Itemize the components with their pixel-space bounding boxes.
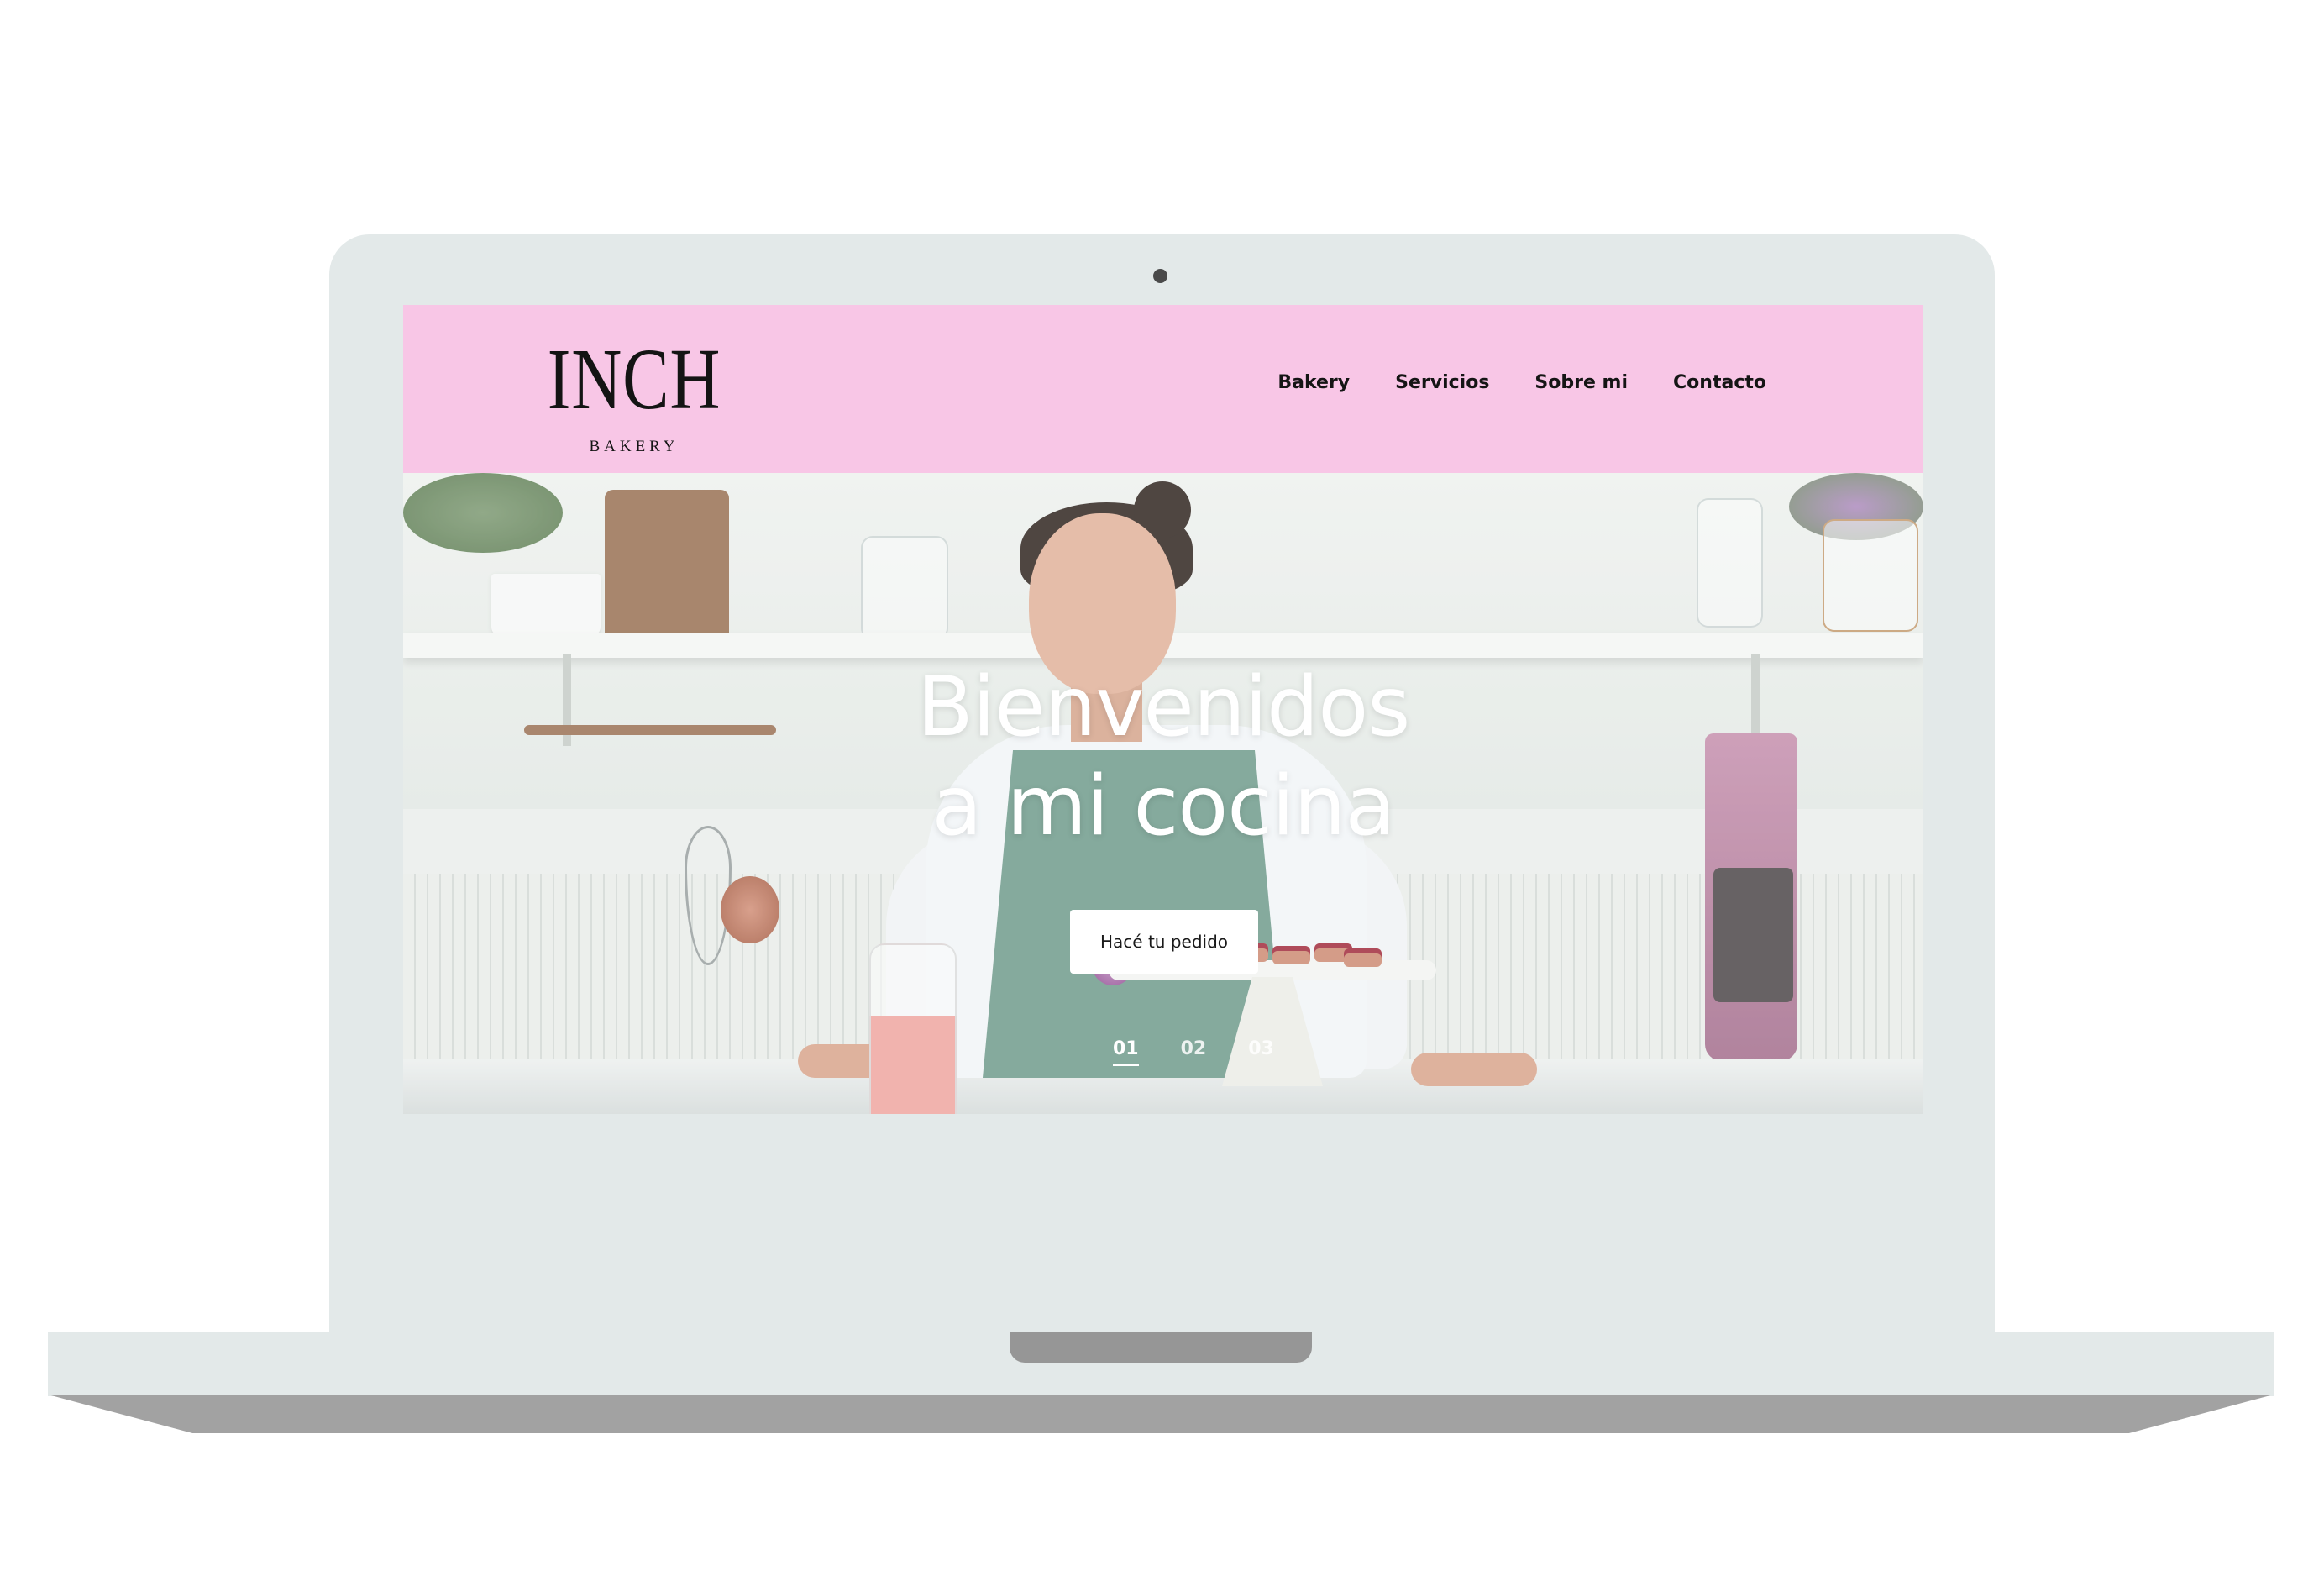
- slide-indicator-3[interactable]: 03: [1248, 1038, 1274, 1066]
- order-button[interactable]: Hacé tu pedido: [1070, 910, 1258, 974]
- site-logo[interactable]: INCH BAKERY: [512, 331, 756, 456]
- webcam-icon: [1153, 269, 1167, 283]
- laptop-screen: INCH BAKERY Bakery Servicios Sobre mi Co…: [403, 305, 1923, 1114]
- hero-title-line2: a mi cocina: [931, 759, 1395, 854]
- slider-pagination: 01 02 03: [1113, 1038, 1274, 1066]
- hero-title: Bienvenidos a mi cocina: [403, 658, 1923, 856]
- logo-wordmark: INCH: [547, 331, 721, 428]
- nav-item-servicios[interactable]: Servicios: [1395, 372, 1489, 393]
- hero-section: Bienvenidos a mi cocina Hacé tu pedido 0…: [403, 473, 1923, 1114]
- site-header: INCH BAKERY Bakery Servicios Sobre mi Co…: [403, 305, 1923, 473]
- hero-title-line1: Bienvenidos: [916, 659, 1411, 755]
- nav-item-sobre-mi[interactable]: Sobre mi: [1534, 372, 1628, 393]
- logo-tagline: BAKERY: [589, 438, 679, 455]
- slide-indicator-1[interactable]: 01: [1113, 1038, 1139, 1066]
- laptop-notch: [1010, 1332, 1312, 1363]
- laptop-base-shadow: [48, 1395, 2274, 1433]
- main-nav: Bakery Servicios Sobre mi Contacto: [1277, 372, 1766, 393]
- slide-indicator-2[interactable]: 02: [1181, 1038, 1207, 1066]
- nav-item-bakery[interactable]: Bakery: [1277, 372, 1350, 393]
- nav-item-contacto[interactable]: Contacto: [1673, 372, 1766, 393]
